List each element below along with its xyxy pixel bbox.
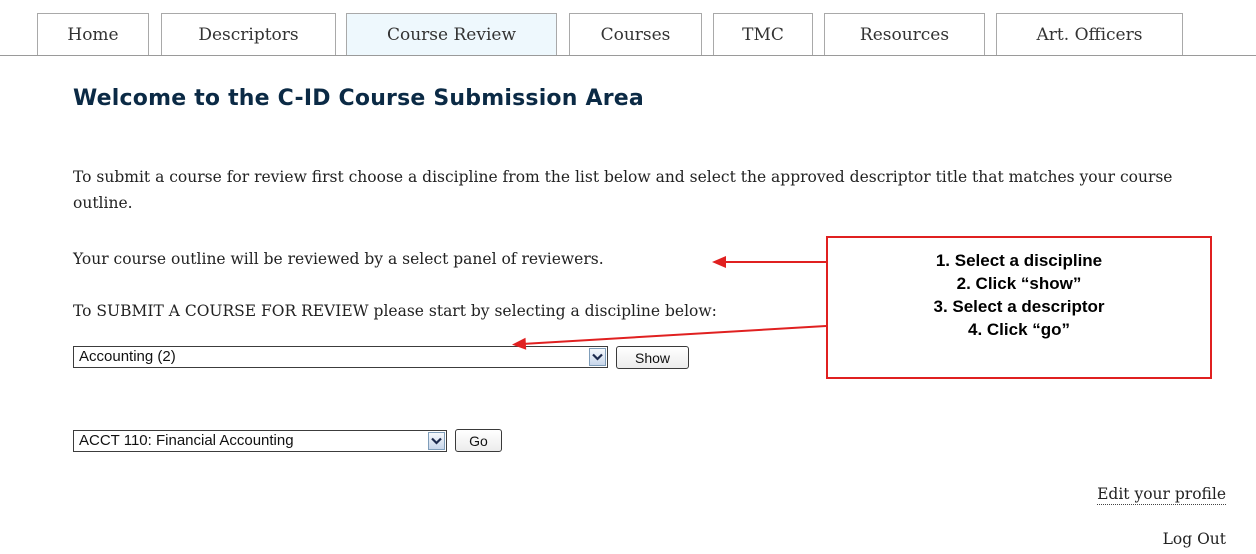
- tab-divider: [0, 55, 1256, 56]
- instructions-callout: 1. Select a discipline 2. Click “show” 3…: [826, 236, 1212, 379]
- callout-step-2: 2. Click “show”: [956, 274, 1082, 293]
- tab-art-officers[interactable]: Art. Officers: [996, 13, 1183, 55]
- tab-courses[interactable]: Courses: [569, 13, 702, 55]
- submit-prompt-text: To SUBMIT A COURSE FOR REVIEW please sta…: [73, 302, 717, 320]
- intro-text: To submit a course for review first choo…: [73, 168, 1173, 212]
- main-nav-tabs: Home Descriptors Course Review Courses T…: [0, 0, 1256, 56]
- callout-step-1: 1. Select a discipline: [935, 251, 1103, 270]
- tab-resources[interactable]: Resources: [824, 13, 985, 55]
- arrow-to-review-text: [712, 256, 826, 268]
- chevron-down-icon[interactable]: [589, 348, 606, 366]
- discipline-selected-value: Accounting (2): [79, 348, 176, 365]
- tab-tmc[interactable]: TMC: [713, 13, 813, 55]
- callout-step-3: 3. Select a descriptor: [933, 297, 1105, 316]
- callout-step-4: 4. Click “go”: [967, 320, 1071, 339]
- review-note-text: Your course outline will be reviewed by …: [73, 250, 604, 268]
- descriptor-select[interactable]: ACCT 110: Financial Accounting: [73, 430, 447, 452]
- chevron-down-icon[interactable]: [428, 432, 445, 450]
- tab-descriptors[interactable]: Descriptors: [161, 13, 336, 55]
- tab-course-review[interactable]: Course Review: [346, 13, 557, 55]
- descriptor-selected-value: ACCT 110: Financial Accounting: [79, 432, 294, 449]
- go-button[interactable]: Go: [455, 429, 502, 452]
- edit-profile-link[interactable]: Edit your profile: [1097, 484, 1226, 505]
- logout-link[interactable]: Log Out: [1163, 529, 1226, 549]
- show-button[interactable]: Show: [616, 346, 689, 369]
- discipline-select[interactable]: Accounting (2): [73, 346, 608, 368]
- tab-home[interactable]: Home: [37, 13, 149, 55]
- page-title: Welcome to the C-ID Course Submission Ar…: [73, 86, 644, 111]
